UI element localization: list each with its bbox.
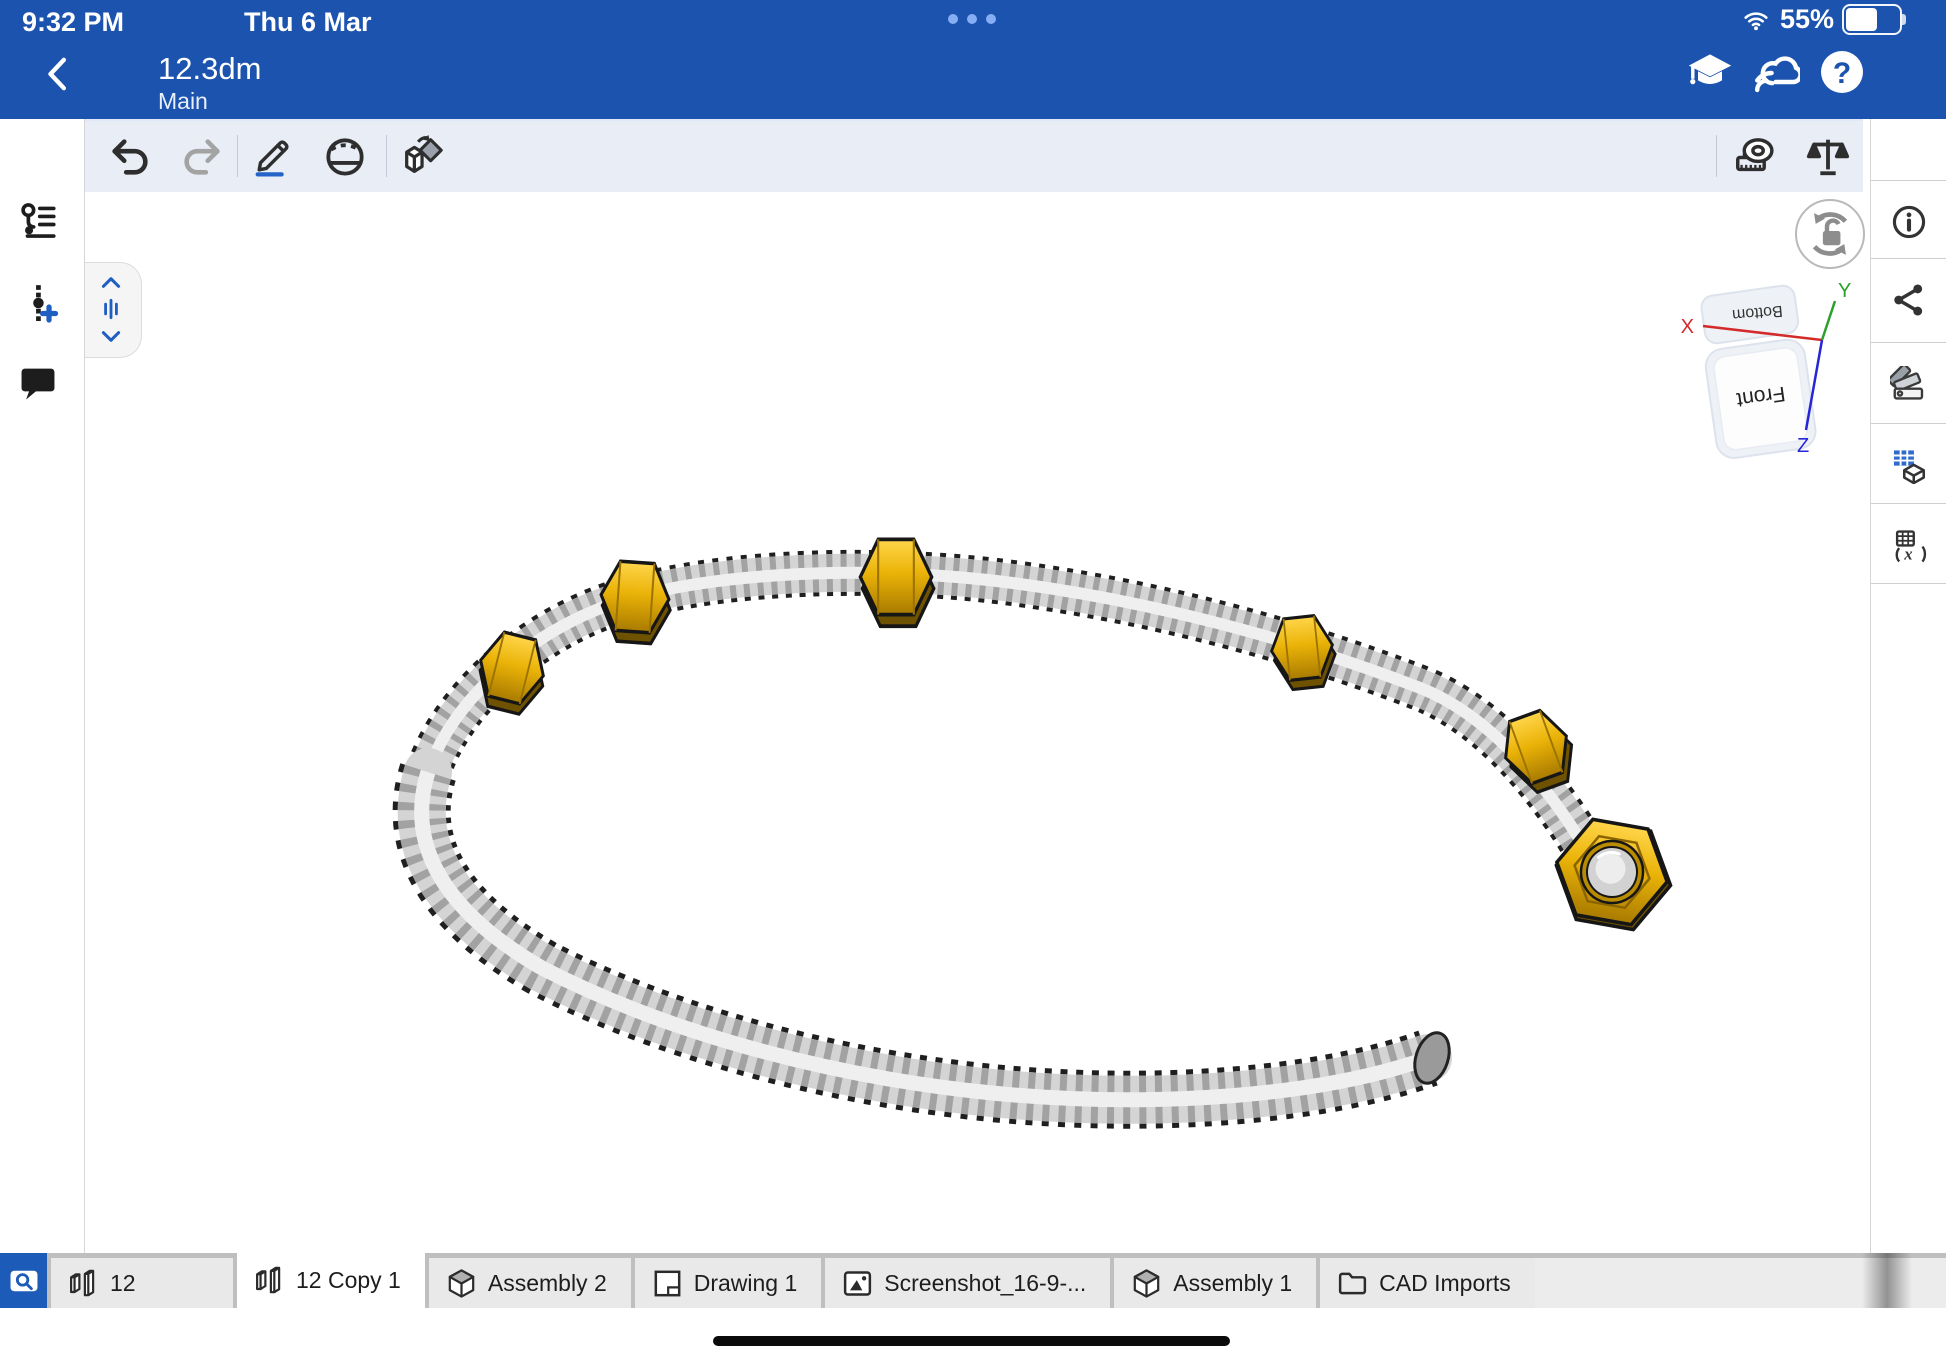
help-icon: [1818, 48, 1866, 96]
sphere-tool-icon: [322, 133, 368, 179]
left-sidebar: [0, 119, 85, 1253]
measure-icon: [1732, 133, 1778, 179]
tab-label: Drawing 1: [694, 1270, 798, 1297]
transform-tool-icon: [400, 133, 446, 179]
sphere-tool-button[interactable]: [322, 133, 368, 179]
redo-icon: [179, 133, 225, 179]
configurations-icon: [1890, 446, 1928, 484]
home-indicator[interactable]: [713, 1336, 1230, 1346]
status-date: Thu 6 Mar: [244, 7, 372, 38]
battery-percent: 55%: [1780, 4, 1834, 35]
multitask-dots-icon: [948, 14, 996, 24]
model-canvas[interactable]: Bottom Front X Y Z: [84, 190, 1863, 1257]
tab-type-icon: [253, 1264, 286, 1297]
top-bar: 9:32 PM Thu 6 Mar 55% 12.3dm Main: [0, 0, 1946, 119]
tab-label: Screenshot_16-9-...: [884, 1270, 1086, 1297]
back-button[interactable]: [38, 50, 78, 98]
variables-button[interactable]: [1890, 526, 1928, 564]
document-title: 12.3dm: [158, 52, 261, 86]
tab-type-icon: [1130, 1267, 1163, 1300]
feature-list-icon: [17, 200, 59, 242]
insert-feature-icon: [17, 282, 59, 324]
document-tab-screenshot-16-9[interactable]: Screenshot_16-9-...: [825, 1258, 1110, 1308]
onshape-ipad-app: 9:32 PM Thu 6 Mar 55% 12.3dm Main: [0, 0, 1946, 1352]
3d-model-threaded-rod[interactable]: [422, 539, 1680, 1099]
tab-label: 12: [110, 1270, 136, 1297]
svg-text:Z: Z: [1797, 435, 1809, 457]
tab-type-icon: [445, 1267, 478, 1300]
document-tab-drawing-1[interactable]: Drawing 1: [635, 1258, 822, 1308]
sketch-pencil-icon: [250, 133, 296, 179]
undo-button[interactable]: [107, 133, 153, 179]
feature-toolbar: [84, 119, 1863, 192]
measure-button[interactable]: [1732, 133, 1778, 179]
svg-text:Y: Y: [1838, 280, 1851, 302]
document-tab-cad-imports[interactable]: CAD Imports: [1320, 1258, 1535, 1308]
battery-icon: [1842, 4, 1902, 35]
hex-nut[interactable]: [1494, 704, 1582, 798]
tab-type-icon: [651, 1267, 684, 1300]
share-button[interactable]: [1890, 281, 1928, 319]
status-time: 9:32 PM: [22, 7, 124, 38]
tab-type-icon: [1336, 1267, 1369, 1300]
toolbar-divider: [1716, 135, 1717, 177]
feature-list-button[interactable]: [17, 200, 59, 242]
share-icon: [1890, 281, 1928, 319]
redo-button[interactable]: [179, 133, 225, 179]
sketch-tool-button[interactable]: [250, 133, 296, 179]
tab-type-icon: [67, 1267, 100, 1300]
mass-properties-icon: [1805, 133, 1851, 179]
document-tab-12[interactable]: 12: [51, 1258, 233, 1308]
variables-icon: [1890, 526, 1928, 564]
view-cube[interactable]: Bottom Front X Y Z: [1681, 280, 1852, 460]
tab-label: Assembly 2: [488, 1270, 607, 1297]
tab-scroll-shadow: [1862, 1253, 1912, 1308]
search-tabs-button[interactable]: [0, 1253, 47, 1308]
document-tab-12-copy-1[interactable]: 12 Copy 1: [237, 1253, 425, 1308]
tab-type-icon: [841, 1267, 874, 1300]
offline-sync-icon: [1752, 48, 1800, 96]
info-button[interactable]: [1890, 203, 1928, 241]
comments-button[interactable]: [17, 362, 59, 404]
svg-text:X: X: [1681, 316, 1694, 338]
document-tab-bar: 12 12 Copy 1 Assembly 2 Drawing 1 Screen…: [0, 1253, 1946, 1308]
info-icon: [1890, 203, 1928, 241]
help-button[interactable]: [1818, 48, 1866, 96]
tab-label: 12 Copy 1: [296, 1267, 401, 1294]
search-tabs-icon: [7, 1264, 41, 1298]
toolbar-divider: [237, 135, 238, 177]
learning-center-icon: [1686, 48, 1734, 96]
insert-feature-button[interactable]: [17, 282, 59, 324]
right-sidebar: [1870, 119, 1946, 1253]
document-tab-assembly-1[interactable]: Assembly 1: [1114, 1258, 1316, 1308]
tab-label: Assembly 1: [1173, 1270, 1292, 1297]
toolbar-divider: [386, 135, 387, 177]
appearance-button[interactable]: [1890, 366, 1928, 404]
undo-icon: [107, 133, 153, 179]
transform-tool-button[interactable]: [400, 133, 446, 179]
wifi-icon: [1740, 7, 1772, 33]
document-tabs: 12 12 Copy 1 Assembly 2 Drawing 1 Screen…: [47, 1253, 1535, 1308]
back-chevron-icon: [38, 50, 78, 98]
tab-label: CAD Imports: [1379, 1270, 1511, 1297]
document-tab-assembly-2[interactable]: Assembly 2: [429, 1258, 631, 1308]
offline-sync-button[interactable]: [1752, 48, 1800, 96]
configurations-button[interactable]: [1890, 446, 1928, 484]
comments-icon: [17, 362, 59, 404]
workspace-name[interactable]: Main: [158, 88, 208, 115]
learning-center-button[interactable]: [1686, 48, 1734, 96]
appearance-icon: [1890, 366, 1928, 404]
hex-nut[interactable]: [860, 539, 934, 626]
mass-properties-button[interactable]: [1805, 133, 1851, 179]
